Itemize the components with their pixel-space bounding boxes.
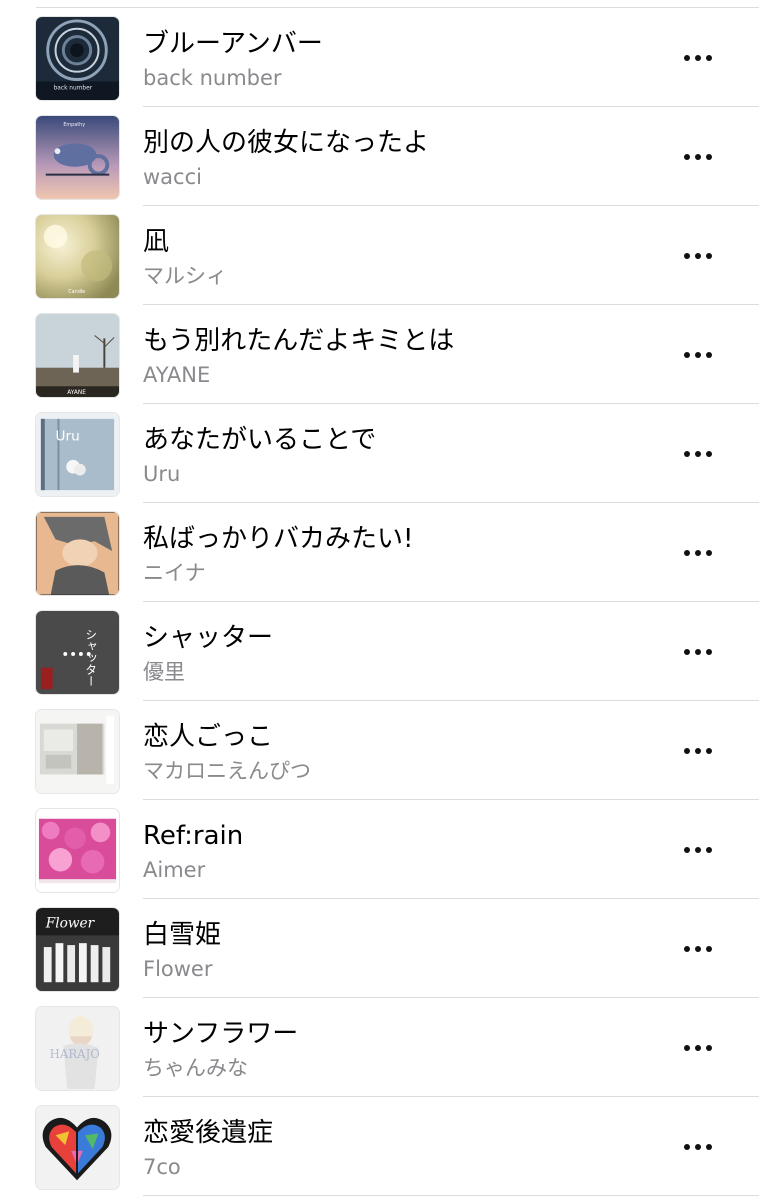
song-artist: back number [143,66,282,90]
album-art-text: Flower [45,916,96,932]
song-artist: ニイナ [143,561,206,585]
song-list: back number ブルーアンバー back number Empathy … [0,0,759,1200]
song-row[interactable]: Flower 白雪姫 Flower [0,899,759,998]
song-title: シャッター [143,623,274,653]
more-dots-icon[interactable] [680,937,716,961]
album-art-spiral-staircase-icon: back number [35,16,120,101]
album-art-text: back number [54,85,93,91]
song-artist: wacci [143,165,202,189]
song-title: 私ばっかりバカみたい! [143,524,414,554]
song-artist: ちゃんみな [143,1056,248,1080]
album-art-window-icon: Uru [35,412,120,497]
album-art-chameleon-icon: Empathy [35,115,120,200]
song-row[interactable]: back number ブルーアンバー back number [0,8,759,107]
more-dots-icon[interactable] [680,838,716,862]
more-dots-icon[interactable] [680,442,716,466]
more-dots-icon[interactable] [680,46,716,70]
song-title: ブルーアンバー [143,29,323,59]
more-dots-icon[interactable] [680,739,716,763]
song-artist: マカロニえんぴつ [143,759,311,783]
song-row[interactable]: Uru あなたがいることで Uru [0,404,759,503]
album-art-field-icon: AYANE [35,313,120,398]
more-dots-icon[interactable] [680,1036,716,1060]
album-art-group-icon: Flower [35,907,120,992]
more-dots-icon[interactable] [680,343,716,367]
album-art-text: Empathy [63,122,85,128]
song-artist: AYANE [143,363,211,387]
more-dots-icon[interactable] [680,541,716,565]
song-artist: Uru [143,462,181,486]
song-row[interactable]: HARAJO サンフラワー ちゃんみな [0,998,759,1097]
song-artist: マルシィ [143,264,227,288]
song-title: もう別れたんだよキミとは [143,326,455,356]
song-artist: 7co [143,1155,181,1179]
song-title: 恋人ごっこ [143,722,274,752]
album-art-text: HARAJO [50,1047,100,1061]
album-art-heart-icon [35,1105,120,1190]
song-title: サンフラワー [143,1019,299,1049]
song-title: 凪 [143,227,170,257]
more-dots-icon[interactable] [680,640,716,664]
more-dots-icon[interactable] [680,145,716,169]
album-art-portrait-icon: HARAJO [35,1006,120,1091]
album-art-text: シャッター [84,629,98,688]
album-art-room-icon [35,709,120,794]
album-art-text: Candle [68,289,85,295]
song-title: 恋愛後遺症 [143,1118,274,1148]
song-artist: 優里 [143,660,185,684]
song-title: 白雪姫 [143,920,222,950]
song-row[interactable]: Candle 凪 マルシィ [0,206,759,305]
song-title: あなたがいることで [143,425,377,455]
song-row[interactable]: 恋人ごっこ マカロニえんぴつ [0,701,759,800]
album-art-text: AYANE [67,390,86,396]
song-row[interactable]: 私ばっかりバカみたい! ニイナ [0,503,759,602]
song-row[interactable]: Empathy 別の人の彼女になったよ wacci [0,107,759,206]
song-row[interactable]: Ref:rain Aimer [0,800,759,899]
song-artist: Flower [143,957,213,981]
album-art-bokeh-icon: Candle [35,214,120,299]
row-divider [143,1195,759,1196]
song-title: Ref:rain [143,821,244,851]
album-art-shutter-icon: シャッター [35,610,120,695]
album-art-text: Uru [56,428,80,444]
song-row[interactable]: AYANE もう別れたんだよキミとは AYANE [0,305,759,404]
more-dots-icon[interactable] [680,244,716,268]
album-art-flowers-icon [35,808,120,893]
song-artist: Aimer [143,858,206,882]
more-dots-icon[interactable] [680,1135,716,1159]
song-row[interactable]: シャッター シャッター 優里 [0,602,759,701]
song-row[interactable]: 恋愛後遺症 7co [0,1097,759,1196]
album-art-illustration-icon [35,511,120,596]
song-title: 別の人の彼女になったよ [143,128,430,158]
